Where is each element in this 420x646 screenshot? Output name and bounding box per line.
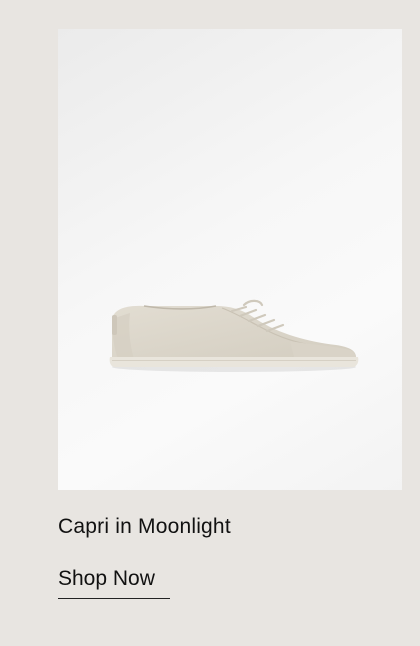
- shop-now-link[interactable]: Shop Now: [58, 566, 170, 599]
- sneaker-image: [109, 299, 359, 372]
- product-name: Capri in Moonlight: [58, 515, 231, 538]
- product-card: Capri in Moonlight Shop Now: [0, 0, 420, 646]
- product-image-link[interactable]: [58, 29, 402, 490]
